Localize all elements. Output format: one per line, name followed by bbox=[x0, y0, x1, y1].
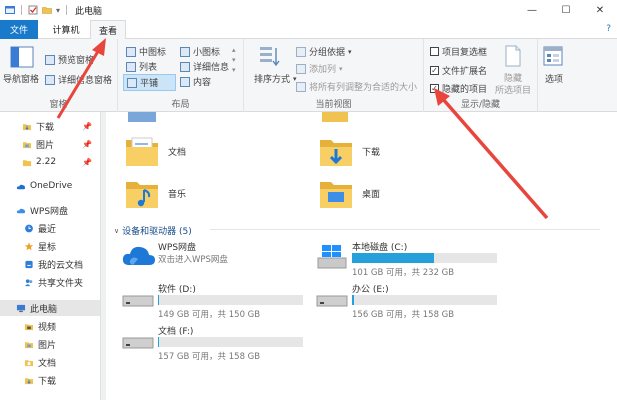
annotation-arrows bbox=[56, 38, 549, 220]
arrow-to-hidden-items bbox=[434, 88, 549, 220]
file-explorer-window: ▾ 此电脑 — ☐ ✕ 文件 计算机 查看 ? 导航窗格 预览窗格 详细信息窗格… bbox=[0, 0, 617, 400]
arrow-to-view-tab bbox=[56, 38, 106, 119]
